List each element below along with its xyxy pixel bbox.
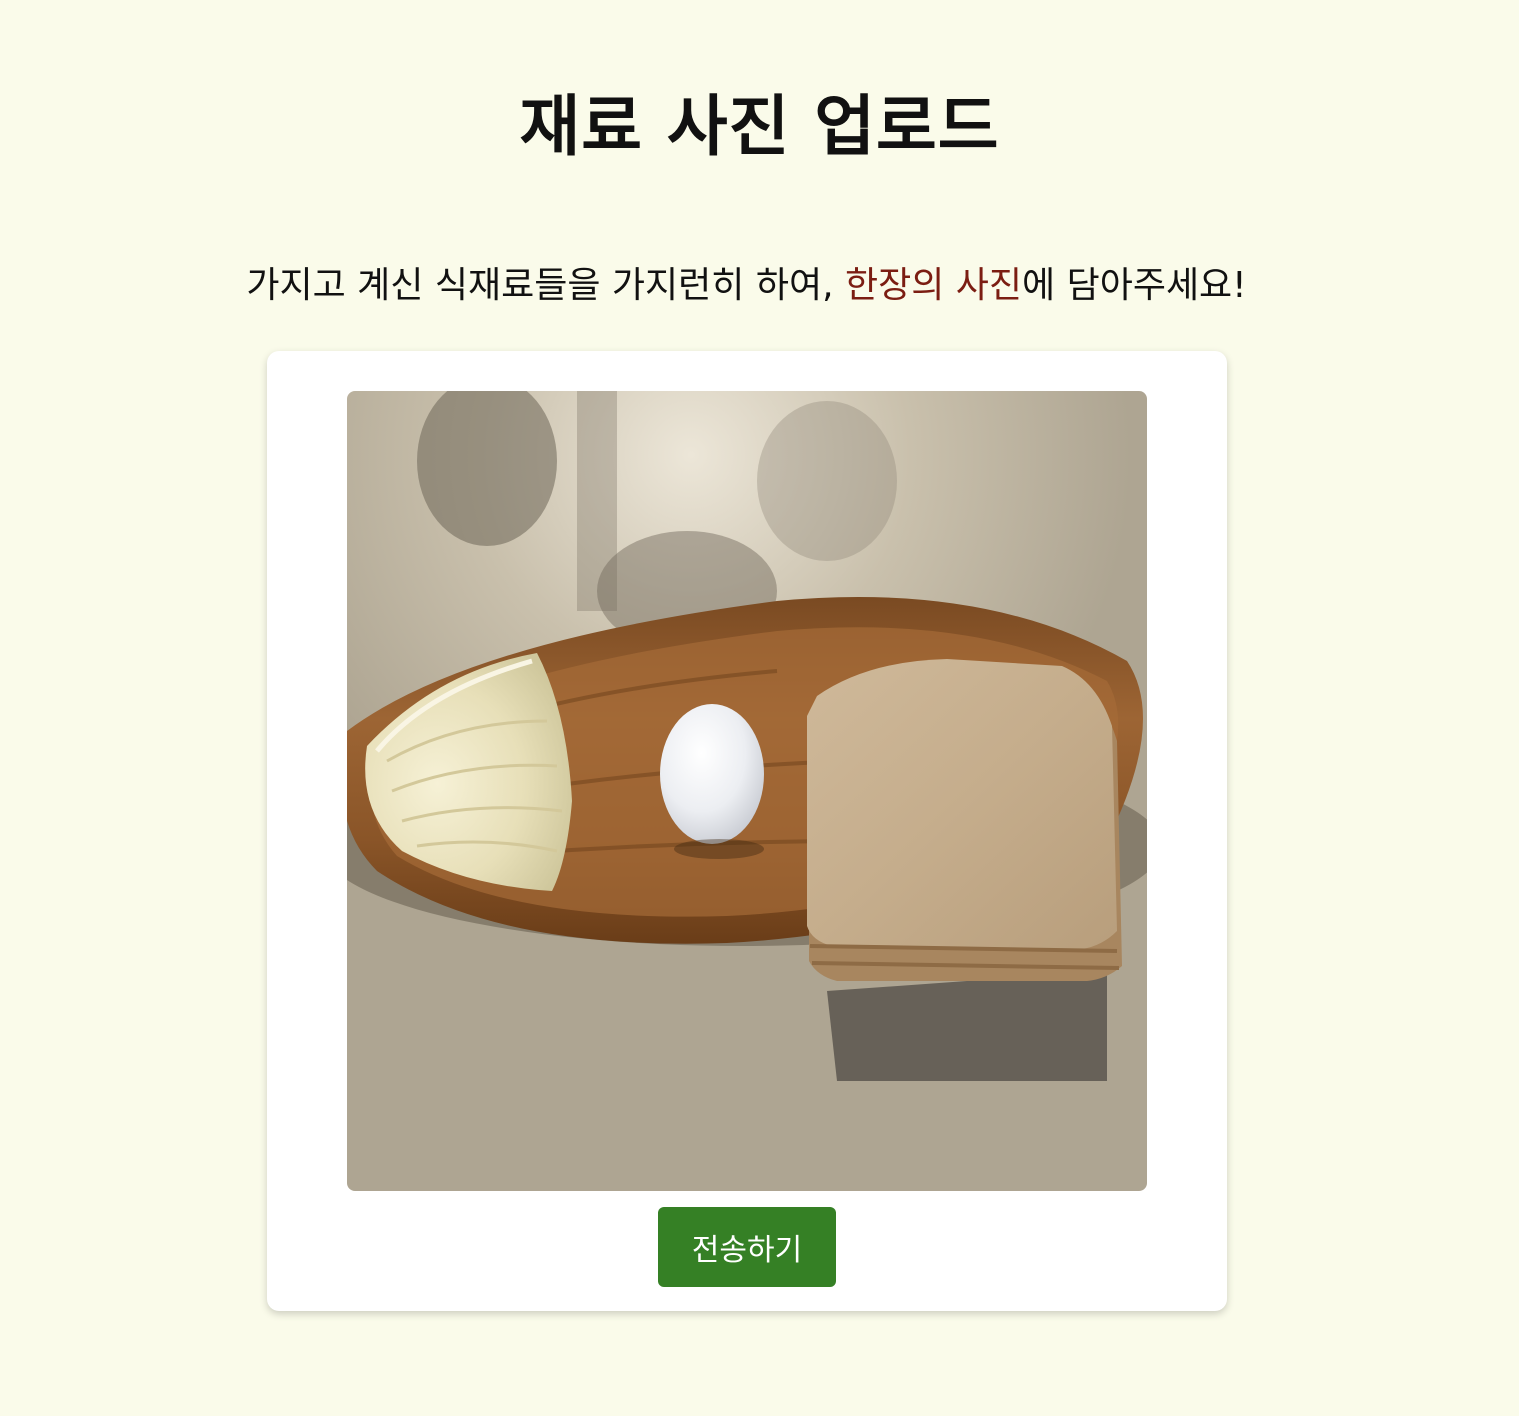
instruction-highlight: 한장의 사진 [844,265,1023,306]
instruction-after: 에 담아주세요! [1022,265,1247,306]
submit-button[interactable]: 전송하기 [658,1207,836,1287]
ingredients-photo-image [347,391,1147,1191]
instruction-before: 가지고 계신 식재료들을 가지런히 하여, [246,265,845,306]
upload-card: 전송하기 [267,351,1227,1311]
page-title: 재료 사진 업로드 [519,88,1000,165]
uploaded-photo [347,391,1147,1191]
instruction-text: 가지고 계신 식재료들을 가지런히 하여, 한장의 사진에 담아주세요! [0,258,1493,314]
